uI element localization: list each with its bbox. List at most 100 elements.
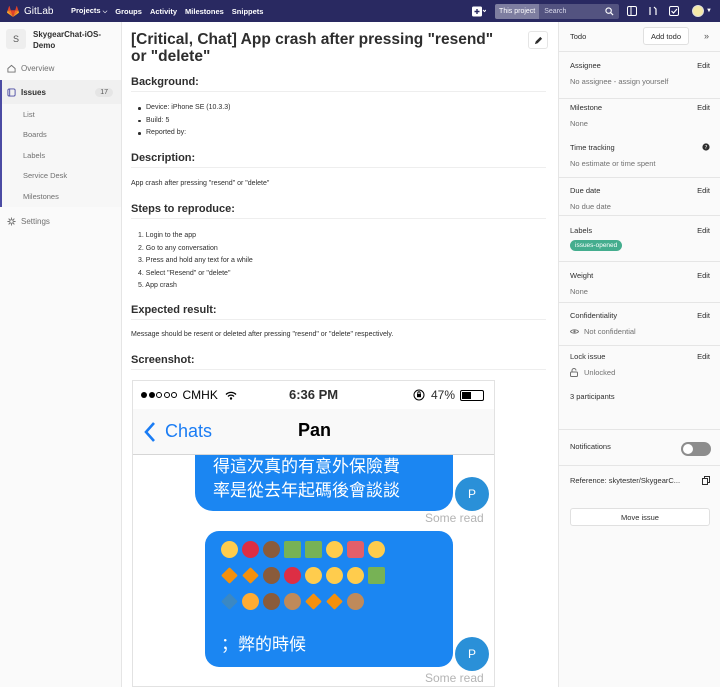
- project-header[interactable]: S SkygearChat-iOS-Demo: [0, 22, 121, 58]
- issues-submenu: List Boards Labels Service Desk Mileston…: [0, 104, 121, 207]
- phone-time: 6:36 PM: [289, 387, 339, 402]
- gitlab-tanuki-icon: [7, 5, 19, 17]
- weight-edit-link[interactable]: Edit: [697, 271, 710, 280]
- list-item: 3. Press and hold any text for a while: [138, 257, 253, 264]
- sidebar-subitem-boards[interactable]: Boards: [2, 125, 121, 146]
- back-button-label: Chats: [165, 421, 213, 441]
- merge-request-icon[interactable]: [645, 4, 661, 18]
- issues-icon: [7, 87, 16, 97]
- brand-name: GitLab: [24, 5, 54, 17]
- move-issue-button[interactable]: Move issue: [570, 508, 710, 526]
- svg-text:?: ?: [705, 145, 708, 151]
- search-input[interactable]: Search: [544, 8, 605, 15]
- confidentiality-edit-link[interactable]: Edit: [697, 311, 710, 320]
- project-avatar: S: [6, 29, 26, 49]
- screenshot-heading: Screenshot:: [131, 354, 546, 370]
- todo-label: Todo: [570, 32, 587, 41]
- due-date-edit-link[interactable]: Edit: [697, 186, 710, 195]
- sidebar-item-issues[interactable]: Issues 17: [0, 80, 121, 104]
- assignee-edit-link[interactable]: Edit: [697, 61, 710, 70]
- assignee-block: Assignee Edit No assignee - assign yours…: [559, 61, 720, 99]
- chevron-left-icon: [144, 422, 155, 442]
- copy-icon[interactable]: [702, 476, 710, 487]
- gitlab-logo[interactable]: GitLab: [7, 5, 59, 17]
- nav-activity[interactable]: Activity: [150, 7, 177, 16]
- rotation-lock-icon: [413, 389, 425, 401]
- project-name[interactable]: SkygearChat-iOS-Demo: [33, 29, 115, 51]
- reference-block: Reference: skytester/SkygearC...: [559, 476, 720, 500]
- question-circle-icon[interactable]: ?: [702, 143, 710, 153]
- collapse-sidebar-icon[interactable]: »: [704, 31, 709, 41]
- labels-block: Labels Edit issues-opened: [559, 226, 720, 262]
- reference-text: Reference: skytester/SkygearC...: [570, 476, 681, 485]
- search-box[interactable]: This project Search: [495, 3, 620, 19]
- edit-issue-button[interactable]: [528, 31, 548, 49]
- participants-count: 3 participants: [570, 392, 615, 401]
- search-icon: [605, 6, 614, 16]
- pencil-icon: [534, 36, 542, 44]
- sidebar-subitem-labels[interactable]: Labels: [2, 145, 121, 166]
- nav-projects[interactable]: Projects ⌵: [71, 6, 107, 16]
- chat-title: Pan: [298, 420, 332, 440]
- search-scope-badge[interactable]: This project: [495, 3, 540, 19]
- lock-issue-value: Unlocked: [584, 368, 616, 377]
- sidebar-subitem-list[interactable]: List: [2, 104, 121, 125]
- attached-screenshot[interactable]: CMHK 6:36 PM 47% Chats Pan 得這次真的有意外保險費 率…: [132, 380, 495, 687]
- battery-icon: [460, 389, 484, 401]
- notifications-toggle[interactable]: [681, 442, 711, 456]
- add-todo-button[interactable]: Add todo: [643, 27, 689, 45]
- milestone-value: None: [570, 119, 588, 128]
- project-sidebar: S SkygearChat-iOS-Demo Overview Issues 1…: [0, 22, 122, 687]
- description-heading: Description:: [131, 152, 546, 168]
- sidebar-item-label: Settings: [21, 217, 50, 226]
- new-dropdown-button[interactable]: [469, 4, 489, 18]
- issue-title: [Critical, Chat] App crash after pressin…: [131, 31, 494, 65]
- list-item: 1. Login to the app: [138, 232, 196, 239]
- todo-check-icon[interactable]: [666, 4, 682, 18]
- expected-heading: Expected result:: [131, 304, 546, 320]
- nav-snippets[interactable]: Snippets: [232, 7, 264, 16]
- sidebar-toggle-icon[interactable]: [624, 4, 640, 18]
- chevron-down-icon[interactable]: ▼: [706, 8, 712, 14]
- lock-issue-block: Lock issue Edit Unlocked: [559, 352, 720, 384]
- assignee-value[interactable]: No assignee - assign yourself: [570, 77, 720, 86]
- list-item: Build: 5: [138, 115, 230, 128]
- emoji-row: [221, 588, 453, 614]
- label-badge[interactable]: issues-opened: [570, 240, 623, 251]
- confidentiality-block: Confidentiality Edit Not confidential: [559, 311, 720, 346]
- description-text: App crash after pressing "resend" or "de…: [131, 180, 270, 187]
- phone-nav-bar: Chats Pan: [133, 409, 494, 455]
- time-tracking-block: Time tracking ? No estimate or time spen…: [559, 143, 720, 178]
- background-heading: Background:: [131, 76, 546, 92]
- eye-icon: [570, 329, 579, 334]
- issues-count-badge: 17: [95, 87, 113, 97]
- avatar: P: [455, 637, 489, 671]
- list-item: Device: iPhone SE (10.3.3): [138, 102, 230, 115]
- sidebar-item-settings[interactable]: Settings: [0, 210, 121, 234]
- confidentiality-row: Not confidential: [570, 327, 720, 336]
- message-bubble: ；弊的時候: [205, 531, 453, 667]
- user-avatar[interactable]: [692, 5, 705, 17]
- list-item: 4. Select "Resend" or "delete": [138, 269, 231, 277]
- message-text: 率是從去年起碼後會談談: [213, 481, 400, 500]
- lock-issue-row: Unlocked: [570, 368, 720, 377]
- gear-icon: [7, 217, 16, 226]
- nav-milestones[interactable]: Milestones: [185, 7, 224, 16]
- confidentiality-value: Not confidential: [584, 327, 636, 336]
- issue-main: [Critical, Chat] App crash after pressin…: [122, 22, 558, 687]
- sidebar-subitem-service-desk[interactable]: Service Desk: [2, 166, 121, 187]
- message-text: ；弊的時候: [221, 635, 306, 654]
- weight-block: Weight Edit None: [559, 271, 720, 303]
- nav-groups[interactable]: Groups: [115, 7, 142, 16]
- due-date-value: No due date: [570, 202, 611, 211]
- list-item: 2. Go to any conversation: [138, 244, 218, 252]
- carrier-name: CMHK: [182, 388, 218, 402]
- labels-edit-link[interactable]: Edit: [697, 226, 710, 235]
- expected-text: Message should be resent or deleted afte…: [131, 331, 394, 338]
- lock-issue-edit-link[interactable]: Edit: [697, 352, 710, 361]
- sidebar-subitem-milestones[interactable]: Milestones: [2, 186, 121, 207]
- milestone-edit-link[interactable]: Edit: [697, 103, 710, 112]
- unlock-icon: [570, 368, 578, 377]
- sidebar-item-overview[interactable]: Overview: [0, 56, 121, 80]
- signal-strength-icon: [141, 392, 179, 398]
